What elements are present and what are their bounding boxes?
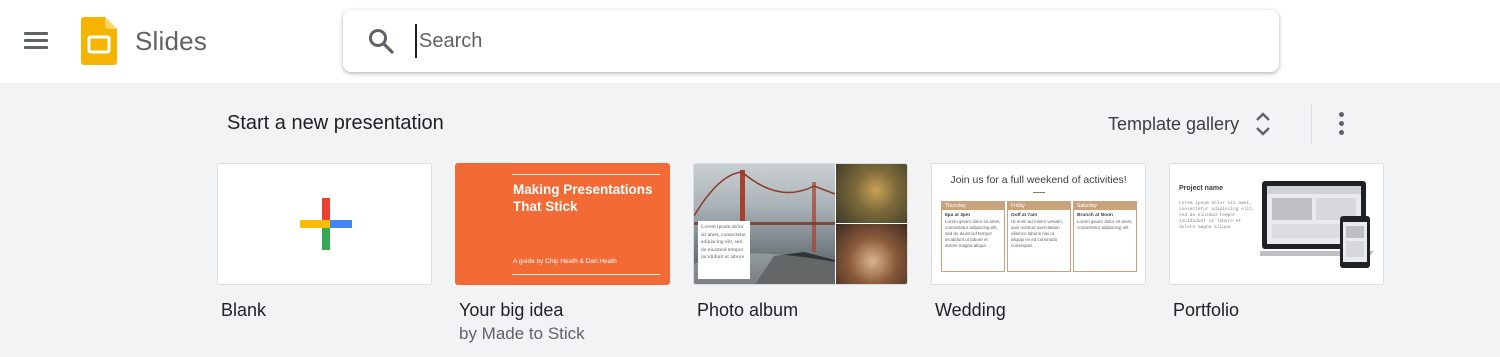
day-label: Saturday [1074,202,1136,210]
template-name: Photo album [697,300,799,320]
thumb-rule [512,174,660,175]
unfold-more-icon [1256,112,1270,136]
template-name: Your big idea [459,300,564,320]
template-thumbnail[interactable]: Join us for a full weekend of activities… [931,163,1146,285]
day-text: Ut enim ad minim veniam, quis nostrud ex… [1011,219,1064,248]
template-thumbnail[interactable] [217,163,432,285]
template-thumbnail[interactable]: Lorem ipsum dolor sit amet, consectetur … [693,163,908,285]
wedding-day-column: Saturday Brunch at Noon Lorem ipsum dolo… [1073,201,1137,272]
day-time: Brunch at Noon [1077,213,1113,218]
slides-logo-icon[interactable] [81,17,117,65]
wedding-day-column: Thursday 5pa at 3pm Lorem ipsum dolor si… [941,201,1005,272]
template-name: Portfolio [1173,300,1240,320]
template-gallery-button[interactable]: Template gallery [1100,104,1281,144]
laptop-phone-image [1260,181,1374,268]
template-wedding[interactable]: Join us for a full weekend of activities… [931,163,1146,320]
template-gallery-label: Template gallery [1108,113,1240,134]
day-label: Thursday [942,202,1004,210]
template-photo-album[interactable]: Lorem ipsum dolor sit amet, consectetur … [693,163,908,320]
wedding-day-column: Friday Golf at 7am Ut enim ad minim veni… [1007,201,1071,272]
day-time: 5pa at 3pm [945,213,971,218]
template-blank[interactable]: Blank [217,163,432,320]
thumb-rule [1033,192,1045,193]
template-name: Wedding [935,300,1006,320]
template-thumbnail[interactable]: Making Presentations That Stick A guide … [455,163,670,285]
thumb-title: Project name [1179,185,1223,192]
day-label: Friday [1008,202,1070,210]
search-bar [343,10,1279,72]
template-name: Blank [221,300,267,320]
search-input[interactable] [415,24,1255,58]
thumb-text: Lorem ipsum dolor sit amet, consectetur … [1179,201,1255,230]
app-title[interactable]: Slides [135,26,207,57]
hamburger-menu-icon[interactable] [18,24,54,58]
top-bar: Slides [0,0,1500,83]
photo-objects [836,224,907,284]
thumb-caption: Lorem ipsum dolor sit amet, consectetur … [698,221,750,279]
thumb-title: Making Presentations That Stick [513,182,653,214]
thumb-subtitle: A guide by Chip Heath & Dan Heath [513,258,617,265]
divider [1311,104,1312,144]
plus-icon [300,198,352,250]
template-author: by Made to Stick [459,324,585,343]
thumb-title: Join us for a full weekend of activities… [950,174,1127,186]
more-vert-icon[interactable] [1326,106,1358,142]
day-text: Lorem ipsum dolor sit amet, consectetur … [1077,219,1133,230]
day-text: Lorem ipsum dolor sit amet, consectetur … [945,219,1001,248]
section-title: Start a new presentation [227,112,444,134]
template-thumbnail[interactable]: Project name Lorem ipsum dolor sit amet,… [1169,163,1384,285]
template-portfolio[interactable]: Project name Lorem ipsum dolor sit amet,… [1169,163,1384,320]
day-time: Golf at 7am [1011,213,1038,218]
template-your-big-idea[interactable]: Making Presentations That Stick A guide … [455,163,670,343]
photo-leaves [836,164,907,223]
search-icon[interactable] [367,27,395,55]
thumb-rule [512,274,660,275]
